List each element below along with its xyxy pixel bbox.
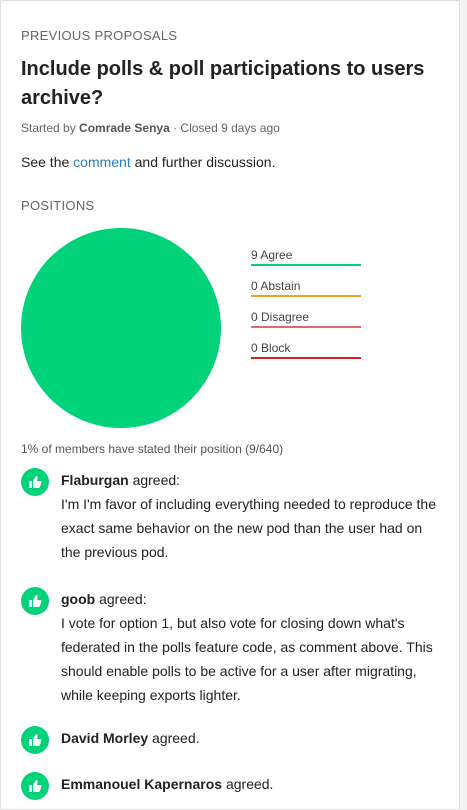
thumbs-up-icon xyxy=(21,468,49,496)
positions-legend: 9 Agree 0 Abstain 0 Disagree 0 Block xyxy=(251,247,361,371)
proposal-meta: Started by Comrade Senya · Closed 9 days… xyxy=(21,121,280,135)
stance-author[interactable]: Emmanouel Kapernaros xyxy=(61,776,222,792)
proposal-title: Include polls & poll participations to u… xyxy=(21,58,425,109)
stance-body: Flaburgan agreed: I'm I'm favor of inclu… xyxy=(61,468,441,564)
stance-author[interactable]: David Morley xyxy=(61,730,148,746)
legend-label-agree: 9 Agree xyxy=(251,248,293,262)
stance-comment: I vote for option 1, but also vote for c… xyxy=(61,615,433,703)
stance-item: Emmanouel Kapernaros agreed. xyxy=(21,772,441,802)
stance-author[interactable]: Flaburgan xyxy=(61,472,129,488)
positions-pie-chart xyxy=(21,228,221,428)
closed-status: · Closed 9 days ago xyxy=(173,121,280,135)
stance-comment: I'm I'm favor of including everything ne… xyxy=(61,496,437,560)
legend-label-abstain: 0 Abstain xyxy=(251,279,301,293)
positions-label: POSITIONS xyxy=(21,198,95,213)
legend-bar-disagree xyxy=(251,326,361,328)
legend-bar-agree xyxy=(251,264,361,266)
legend-item-agree: 9 Agree xyxy=(251,247,361,278)
stance-verb: agreed. xyxy=(152,730,200,746)
stance-body: Emmanouel Kapernaros agreed. xyxy=(61,772,441,796)
started-by-label: Started by xyxy=(21,121,76,135)
author-name[interactable]: Comrade Senya xyxy=(79,121,170,135)
stance-item: David Morley agreed. xyxy=(21,726,441,756)
pie-slice-agree xyxy=(21,228,221,428)
stance-item: Flaburgan agreed: I'm I'm favor of inclu… xyxy=(21,468,441,568)
legend-bar-block xyxy=(251,357,361,359)
legend-bar-abstain xyxy=(251,295,361,297)
thumbs-up-icon xyxy=(21,587,49,615)
thumbs-up-icon xyxy=(21,772,49,800)
thumbs-up-icon xyxy=(21,726,49,754)
description-suffix: and further discussion. xyxy=(134,154,276,170)
legend-item-disagree: 0 Disagree xyxy=(251,309,361,340)
participation-stats: 1% of members have stated their position… xyxy=(21,442,284,456)
stance-item: goob agreed: I vote for option 1, but al… xyxy=(21,587,441,707)
legend-item-block: 0 Block xyxy=(251,340,361,371)
legend-label-disagree: 0 Disagree xyxy=(251,310,310,324)
stance-author[interactable]: goob xyxy=(61,591,95,607)
description-prefix: See the xyxy=(21,154,70,170)
proposal-card: PREVIOUS PROPOSALS Include polls & poll … xyxy=(0,0,460,810)
proposal-description: See the comment and further discussion. xyxy=(21,154,275,170)
section-label: PREVIOUS PROPOSALS xyxy=(21,28,178,43)
stance-body: David Morley agreed. xyxy=(61,726,441,750)
comment-link[interactable]: comment xyxy=(73,154,131,170)
stance-body: goob agreed: I vote for option 1, but al… xyxy=(61,587,441,707)
legend-item-abstain: 0 Abstain xyxy=(251,278,361,309)
stance-verb: agreed: xyxy=(132,472,181,488)
stance-verb: agreed: xyxy=(99,591,147,607)
stance-verb: agreed. xyxy=(225,776,274,792)
legend-label-block: 0 Block xyxy=(251,341,291,355)
